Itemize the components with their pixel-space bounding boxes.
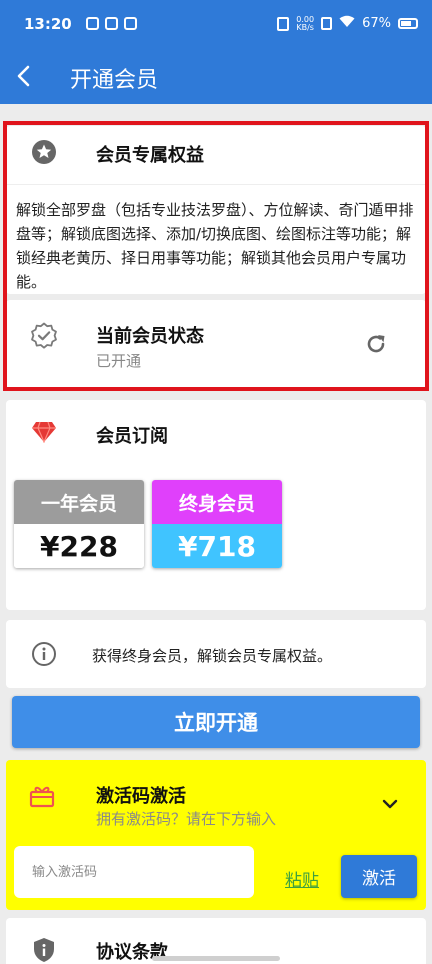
arrow-left-icon[interactable] <box>12 56 36 98</box>
subscription-title: 会员订阅 <box>96 426 168 447</box>
no-sim-icon <box>321 17 333 30</box>
plan-year-price: ¥228 <box>14 524 144 568</box>
activation-title: 激活码激活 <box>96 786 186 807</box>
verified-badge-icon <box>26 318 62 354</box>
notification-icons <box>86 17 137 30</box>
plan-year-name: 一年会员 <box>14 480 144 524</box>
status-time: 13:20 <box>24 15 72 33</box>
system-icons: 0.00 KB/s 67% <box>277 15 418 32</box>
battery-icon <box>398 18 418 29</box>
divider <box>6 184 426 185</box>
chevron-down-icon[interactable] <box>382 794 404 810</box>
status-bar: 13:20 0.00 KB/s 67% <box>0 0 432 50</box>
activate-button[interactable]: 激活 <box>341 855 417 898</box>
benefits-title: 会员专属权益 <box>96 145 204 166</box>
message-notification-icon <box>124 17 137 30</box>
vibrate-icon <box>277 16 290 31</box>
membership-status-title: 当前会员状态 <box>96 326 204 347</box>
membership-status-card: 当前会员状态 已开通 <box>6 300 426 388</box>
page-title: 开通会员 <box>70 68 159 93</box>
membership-status-value: 已开通 <box>96 352 142 370</box>
info-card: 获得终身会员，解锁会员专属权益。 <box>6 620 426 688</box>
plan-year[interactable]: 一年会员 ¥228 <box>14 480 144 568</box>
plan-lifetime-name: 终身会员 <box>152 480 282 524</box>
network-speed-unit: KB/s <box>296 22 314 32</box>
open-membership-button[interactable]: 立即开通 <box>12 696 420 748</box>
tiktok-notification-icon <box>86 17 99 30</box>
benefits-description: 解锁全部罗盘（包括专业技法罗盘）、方位解读、奇门遁甲排盘等；解锁底图选择、添加/… <box>16 201 414 291</box>
refresh-icon[interactable] <box>364 332 392 360</box>
info-icon <box>26 636 62 672</box>
battery-percent: 67% <box>362 16 391 31</box>
app-bar: 开通会员 <box>0 50 432 104</box>
wifi-icon <box>339 15 355 32</box>
gesture-handle <box>152 956 280 961</box>
activation-code-input[interactable] <box>14 846 254 898</box>
gift-icon <box>24 778 60 814</box>
network-speed: 0.00 KB/s <box>296 15 314 32</box>
activation-subtitle: 拥有激活码？请在下方输入 <box>96 810 277 828</box>
diamond-icon <box>26 414 62 450</box>
shield-info-icon <box>26 932 62 964</box>
plan-lifetime-price: ¥718 <box>152 524 282 568</box>
app-notification-icon <box>105 17 118 30</box>
paste-link[interactable]: 粘贴 <box>285 866 319 891</box>
plan-lifetime[interactable]: 终身会员 ¥718 <box>152 480 282 568</box>
star-badge-icon <box>26 134 62 170</box>
info-text: 获得终身会员，解锁会员专属权益。 <box>92 647 333 665</box>
